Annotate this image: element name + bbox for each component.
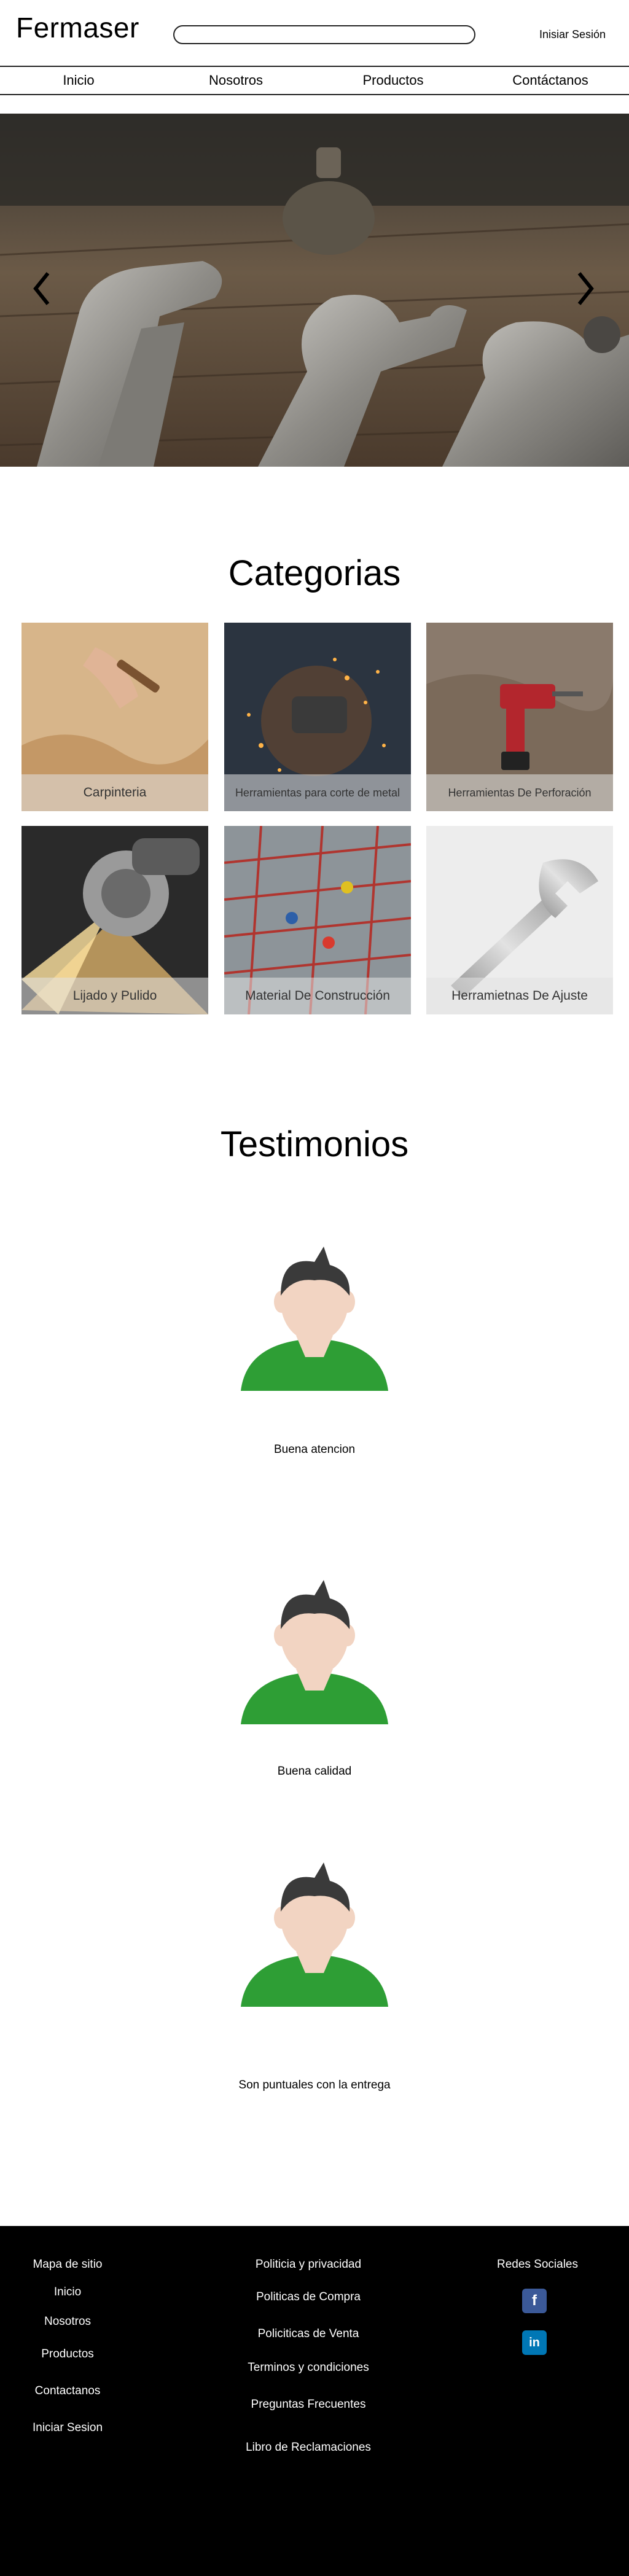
login-link[interactable]: Inisiar Sesión	[539, 28, 606, 41]
brand-logo[interactable]: Fermaser	[16, 11, 139, 44]
category-label: Herramientas para corte de metal	[224, 774, 411, 811]
category-label: Lijado y Pulido	[21, 978, 208, 1014]
user-avatar-icon	[241, 1247, 388, 1391]
category-label: Herramietnas De Ajuste	[426, 978, 613, 1014]
hero-carousel	[0, 114, 629, 467]
user-avatar-icon	[241, 1580, 388, 1724]
testimonial-text: Buena atencion	[273, 1443, 356, 1456]
footer-link-libro-reclamaciones[interactable]: Libro de Reclamaciones	[222, 2441, 394, 2454]
footer-link-inicio[interactable]: Inicio	[12, 2286, 123, 2299]
search-input[interactable]	[173, 25, 475, 44]
category-label: Carpinteria	[21, 774, 208, 811]
footer-heading-privacy[interactable]: Politicia y privacidad	[222, 2258, 394, 2271]
footer-link-politicas-compra[interactable]: Politicas de Compra	[222, 2290, 394, 2304]
nav-item-productos[interactable]: Productos	[314, 67, 472, 94]
nav-item-contactanos[interactable]: Contáctanos	[472, 67, 629, 94]
footer: Mapa de sitio Inicio Nosotros Productos …	[0, 2226, 629, 2576]
footer-link-contactanos[interactable]: Contactanos	[12, 2384, 123, 2398]
category-card-lijado[interactable]: Lijado y Pulido	[21, 826, 208, 1014]
category-card-perforacion[interactable]: Herramientas De Perforación	[426, 623, 613, 811]
linkedin-icon[interactable]: in	[522, 2330, 547, 2355]
category-card-construccion[interactable]: Material De Construcción	[224, 826, 411, 1014]
category-card-carpinteria[interactable]: Carpinteria	[21, 623, 208, 811]
footer-link-preguntas[interactable]: Preguntas Frecuentes	[222, 2398, 394, 2411]
footer-heading-social: Redes Sociales	[496, 2258, 579, 2271]
footer-heading-sitemap: Mapa de sitio	[33, 2258, 103, 2271]
category-label: Herramientas De Perforación	[426, 774, 613, 811]
categories-title: Categorias	[228, 553, 401, 593]
footer-link-terminos[interactable]: Terminos y condiciones	[222, 2361, 394, 2375]
category-label: Material De Construcción	[224, 978, 411, 1014]
nav-item-inicio[interactable]: Inicio	[0, 67, 157, 94]
footer-link-politicas-venta[interactable]: Policiticas de Venta	[222, 2327, 394, 2341]
main-nav: Inicio Nosotros Productos Contáctanos	[0, 66, 629, 95]
testimonials-title: Testimonios	[220, 1124, 409, 1164]
footer-link-nosotros[interactable]: Nosotros	[12, 2315, 123, 2329]
hero-image	[0, 114, 629, 467]
category-card-ajuste[interactable]: Herramietnas De Ajuste	[426, 826, 613, 1014]
hero-prev-arrow[interactable]	[29, 264, 54, 313]
user-avatar-icon	[241, 1862, 388, 2007]
facebook-icon[interactable]: f	[522, 2289, 547, 2313]
nav-item-nosotros[interactable]: Nosotros	[157, 67, 314, 94]
testimonial-text: Buena calidad	[277, 1765, 352, 1778]
footer-link-iniciar-sesion[interactable]: Iniciar Sesion	[12, 2421, 123, 2435]
category-card-corte-metal[interactable]: Herramientas para corte de metal	[224, 623, 411, 811]
testimonial-text: Son puntuales con la entrega	[238, 2079, 391, 2092]
hero-next-arrow[interactable]	[573, 264, 598, 313]
footer-link-productos[interactable]: Productos	[12, 2348, 123, 2361]
